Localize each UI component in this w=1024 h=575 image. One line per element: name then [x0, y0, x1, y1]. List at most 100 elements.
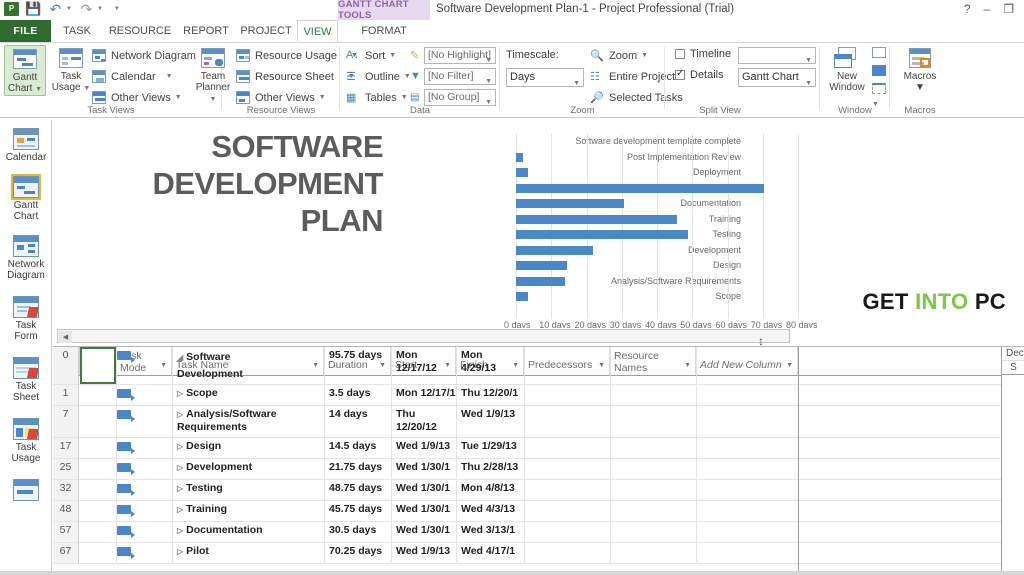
tables-button[interactable]: ▦ Tables ▼: [346, 89, 408, 106]
selected-cell[interactable]: [80, 347, 116, 384]
tab-resource[interactable]: RESOURCE: [103, 20, 177, 42]
cell-start[interactable]: Mon 12/17/1: [391, 385, 456, 405]
cell-duration[interactable]: 3.5 days: [324, 385, 391, 405]
timeline-dropdown[interactable]: ▼: [738, 47, 816, 64]
cell-start[interactable]: Thu 12/20/12: [391, 406, 456, 437]
horizontal-scrollbar[interactable]: ◀: [57, 329, 790, 343]
tab-file[interactable]: FILE: [0, 20, 51, 42]
cell-start[interactable]: Wed 1/30/1: [391, 501, 456, 521]
sort-button[interactable]: A↓ Sort ▼: [346, 47, 396, 64]
row-expander-icon[interactable]: ▷: [177, 505, 183, 514]
view-bar-item-task-usage[interactable]: Task Usage: [0, 404, 51, 465]
row-expander-icon[interactable]: ▷: [177, 410, 183, 419]
cell-duration[interactable]: 45.75 days: [324, 501, 391, 521]
cell-resource-names[interactable]: [610, 501, 696, 521]
split-button[interactable]: [872, 65, 886, 79]
row-expander-icon[interactable]: ▷: [177, 389, 183, 398]
view-bar-item-gantt-chart[interactable]: Gantt Chart: [0, 164, 51, 223]
view-bar-item-network-diagram[interactable]: Network Diagram: [0, 223, 51, 282]
view-bar-item-task-sheet[interactable]: Task Sheet: [0, 343, 51, 404]
cell-task-name[interactable]: ▷ Testing: [172, 480, 324, 500]
cell-duration[interactable]: 21.75 days: [324, 459, 391, 479]
cell-predecessors[interactable]: [524, 385, 610, 405]
save-icon[interactable]: 💾: [25, 1, 41, 16]
macros-dropdown-icon[interactable]: ▼: [897, 82, 943, 93]
cell-task-name[interactable]: ▷ Pilot: [172, 543, 324, 563]
task-other-views-dropdown-icon[interactable]: ▼: [175, 94, 182, 101]
restore-icon[interactable]: ❐: [1003, 2, 1014, 16]
timeline-checkbox[interactable]: Timeline: [675, 48, 731, 60]
cell-finish[interactable]: Thu 2/28/13: [456, 459, 524, 479]
cell-duration[interactable]: 14.5 days: [324, 438, 391, 458]
task-other-views-button[interactable]: Other Views ▼: [92, 89, 182, 106]
cell-resource-names[interactable]: [610, 406, 696, 437]
cell-start[interactable]: Wed 1/30/1: [391, 459, 456, 479]
task-mode-icon[interactable]: [117, 442, 135, 454]
tab-task[interactable]: TASK: [51, 20, 103, 42]
tab-view[interactable]: VIEW: [297, 20, 338, 42]
undo-icon[interactable]: ↶: [48, 1, 63, 16]
outline-button[interactable]: ☰ Outline ▼: [346, 68, 411, 85]
resource-sheet-button[interactable]: Resource Sheet ▼: [236, 68, 355, 85]
table-row[interactable]: 1 ▷ Scope 3.5 days Mon 12/17/1 Thu 12/20/1: [53, 385, 1024, 406]
task-mode-icon[interactable]: [117, 463, 135, 475]
tab-format[interactable]: FORMAT: [338, 20, 430, 42]
cell-finish[interactable]: Wed 4/3/13: [456, 501, 524, 521]
task-mode-icon[interactable]: [117, 505, 135, 517]
cell-resource-names[interactable]: [610, 522, 696, 542]
task-mode-icon[interactable]: [117, 526, 135, 538]
cell-finish[interactable]: Tue 1/29/13: [456, 438, 524, 458]
cell-finish[interactable]: Mon 4/8/13: [456, 480, 524, 500]
sort-dropdown-icon[interactable]: ▼: [389, 52, 396, 59]
row-expander-icon[interactable]: ▷: [177, 442, 183, 451]
cell-finish[interactable]: Mon 4/29/13: [456, 347, 524, 384]
table-row[interactable]: 57 ▷ Documentation 30.5 days Wed 1/30/1 Wed 3…: [53, 522, 1024, 543]
task-mode-icon[interactable]: [117, 484, 135, 496]
task-mode-icon[interactable]: [117, 410, 135, 422]
cell-predecessors[interactable]: [524, 501, 610, 521]
cell-task-name[interactable]: ▷ Training: [172, 501, 324, 521]
cell-resource-names[interactable]: [610, 438, 696, 458]
cell-resource-names[interactable]: [610, 480, 696, 500]
cell-start[interactable]: Mon 12/17/12: [391, 347, 456, 384]
zoom-dropdown-icon[interactable]: ▼: [641, 52, 648, 59]
group-dropdown[interactable]: [No Group] ▼: [424, 89, 496, 106]
cell-task-name[interactable]: ▷ Scope: [172, 385, 324, 405]
cell-predecessors[interactable]: [524, 459, 610, 479]
task-mode-icon[interactable]: [117, 351, 135, 363]
cell-predecessors[interactable]: [524, 480, 610, 500]
cell-duration[interactable]: 70.25 days: [324, 543, 391, 563]
details-dropdown[interactable]: Gantt Chart ▼: [738, 68, 816, 87]
cell-resource-names[interactable]: [610, 385, 696, 405]
details-checkbox-box[interactable]: [675, 68, 685, 80]
cell-duration[interactable]: 14 days: [324, 406, 391, 437]
undo-dropdown-icon[interactable]: ▼: [66, 6, 72, 12]
row-expander-icon[interactable]: ▷: [177, 526, 183, 535]
calendar-button[interactable]: Calendar ▼: [92, 68, 173, 85]
cell-resource-names[interactable]: [610, 543, 696, 563]
cell-task-name[interactable]: ◢ Software Development: [172, 347, 262, 384]
cell-predecessors[interactable]: [524, 347, 610, 384]
cell-task-name[interactable]: ▷ Design: [172, 438, 324, 458]
cell-resource-names[interactable]: [610, 347, 696, 384]
table-row[interactable]: 25 ▷ Development 21.75 days Wed 1/30/1 Thu 2/…: [53, 459, 1024, 480]
cell-start[interactable]: Wed 1/30/1: [391, 480, 456, 500]
resource-other-views-dropdown-icon[interactable]: ▼: [319, 94, 326, 101]
task-mode-icon[interactable]: [117, 389, 135, 401]
task-usage-button[interactable]: Task Usage ▼: [50, 45, 92, 94]
row-expander-icon[interactable]: ▷: [177, 547, 183, 556]
cell-finish[interactable]: Wed 4/17/1: [456, 543, 524, 563]
cell-predecessors[interactable]: [524, 406, 610, 437]
details-checkbox[interactable]: Details: [675, 68, 724, 81]
row-expander-icon[interactable]: ◢: [177, 353, 183, 362]
filter-dropdown[interactable]: [No Filter] ▼: [424, 68, 496, 85]
cell-finish[interactable]: Thu 12/20/1: [456, 385, 524, 405]
table-row[interactable]: 32 ▷ Testing 48.75 days Wed 1/30/1 Mon 4/8/13: [53, 480, 1024, 501]
cell-resource-names[interactable]: [610, 459, 696, 479]
cell-predecessors[interactable]: [524, 522, 610, 542]
redo-dropdown-icon[interactable]: ▼: [97, 6, 103, 12]
row-expander-icon[interactable]: ▷: [177, 484, 183, 493]
cell-start[interactable]: Wed 1/9/13: [391, 438, 456, 458]
tab-report[interactable]: REPORT: [177, 20, 235, 42]
cell-start[interactable]: Wed 1/9/13: [391, 543, 456, 563]
